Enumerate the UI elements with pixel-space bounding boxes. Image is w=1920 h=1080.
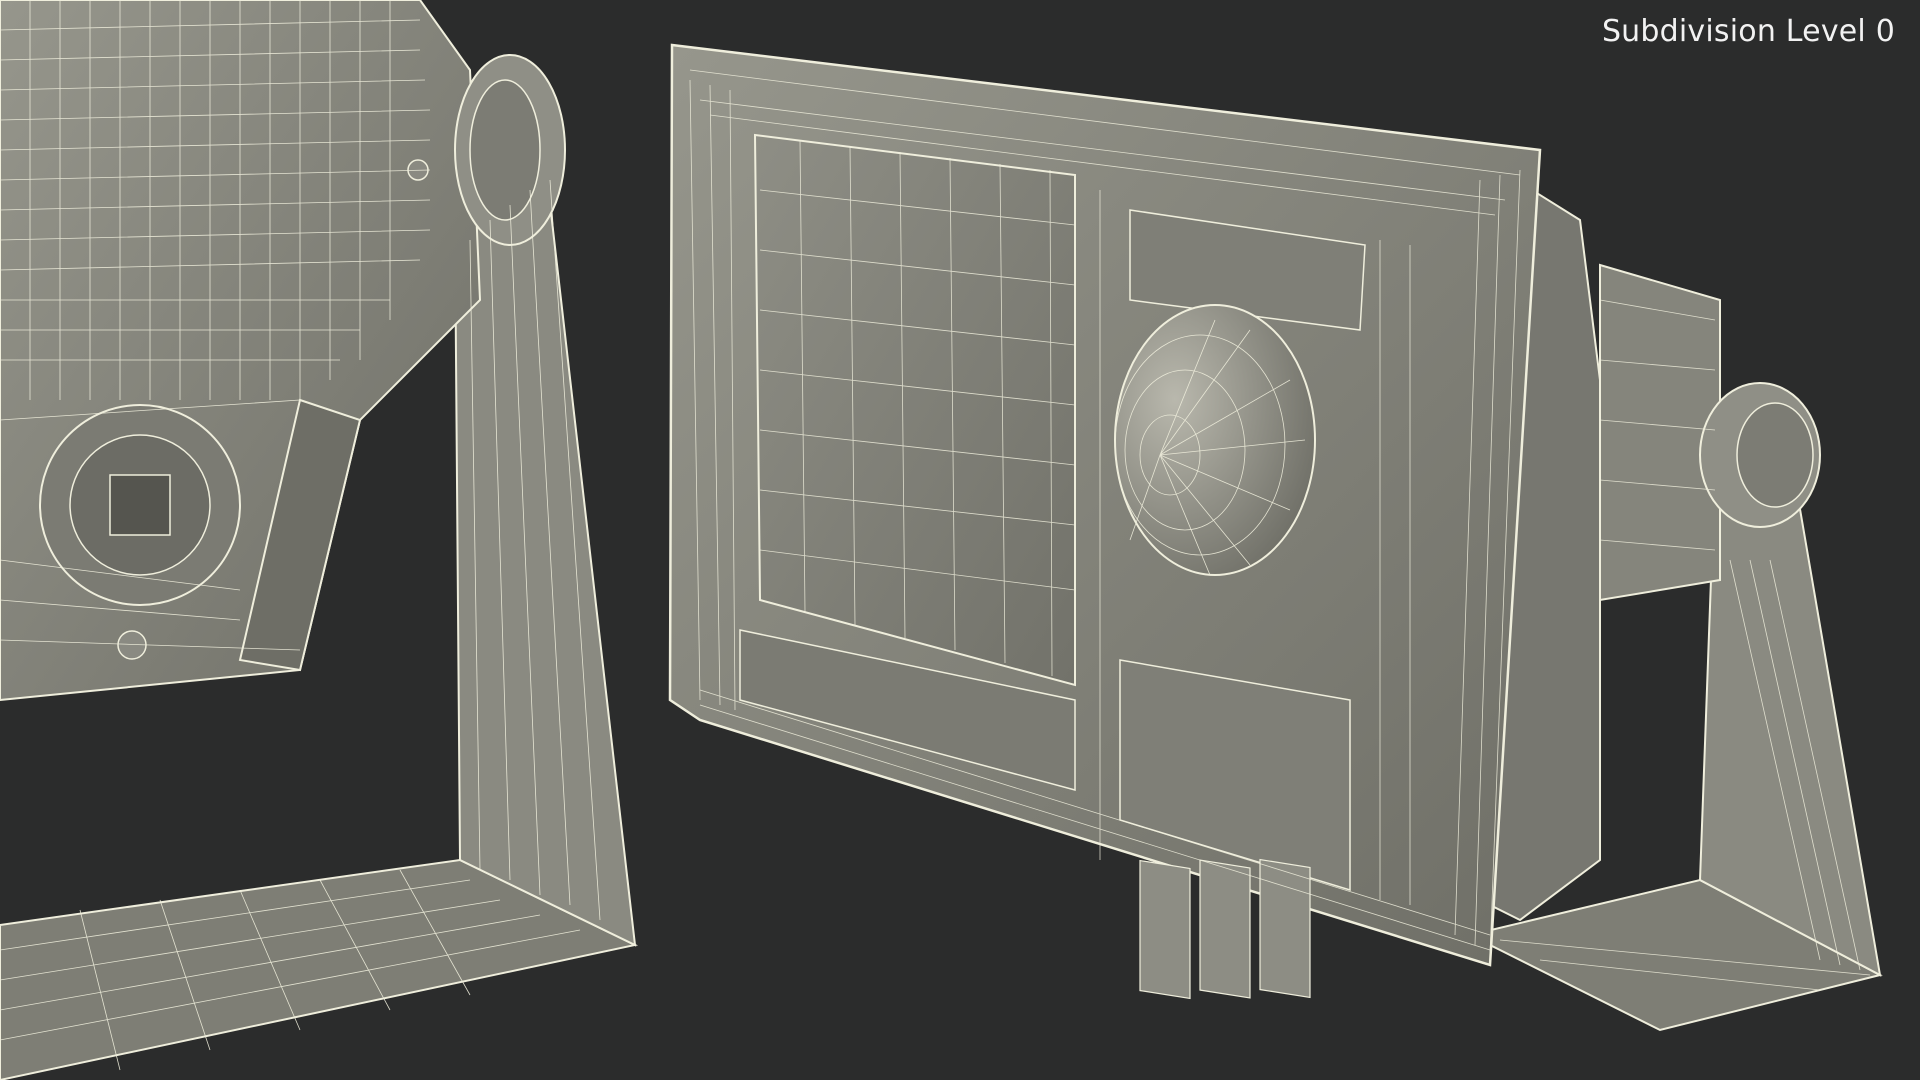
lower-key-1: [1139, 859, 1191, 1000]
right-knob-cap: [1736, 402, 1814, 508]
lower-key-3: [1259, 858, 1311, 999]
viewport[interactable]: Subdivision Level 0: [0, 0, 1920, 1080]
left-bracket-arm: [453, 158, 637, 947]
left-bracket-assembly: [0, 0, 639, 1080]
left-knob-inner: [469, 79, 541, 221]
right-display-assembly: [668, 43, 1883, 1032]
wireframe-render: [0, 0, 1883, 1080]
lower-key-2: [1199, 859, 1251, 999]
subdivision-level-label: Subdivision Level 0: [1601, 14, 1895, 49]
left-connector-socket: [109, 474, 171, 536]
